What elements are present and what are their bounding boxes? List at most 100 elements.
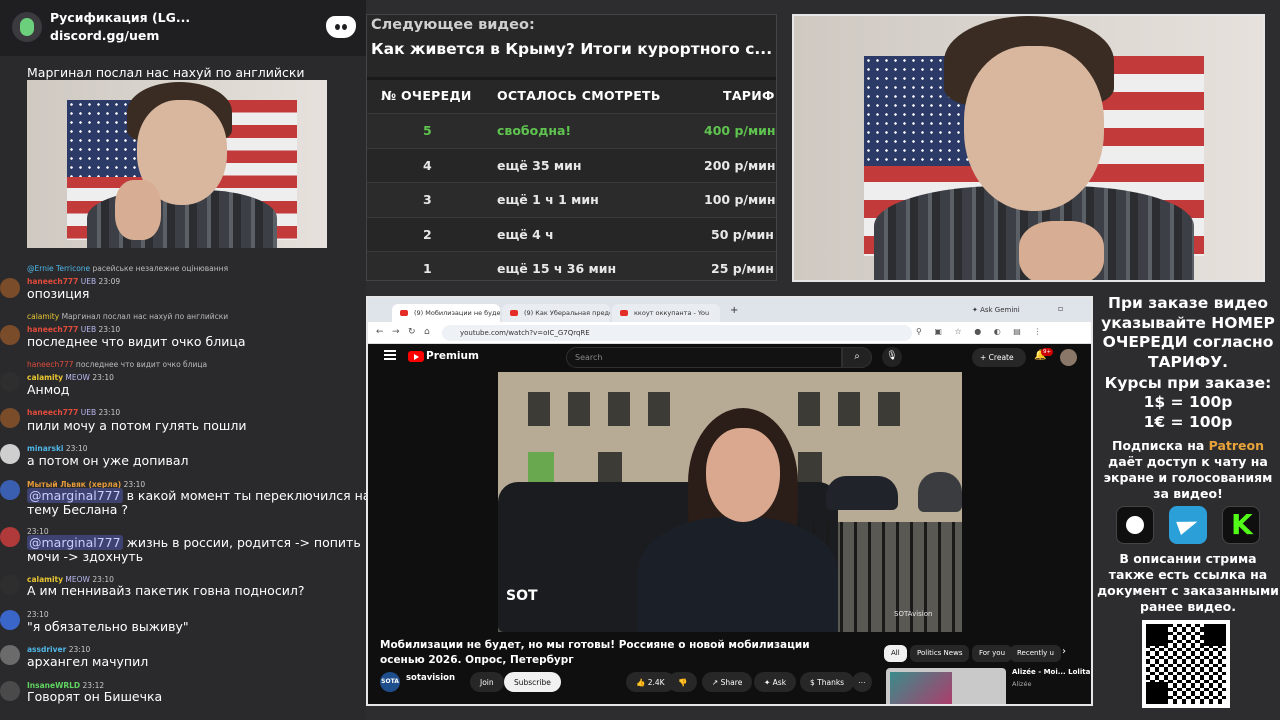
queue-tariff: 400 р/мин <box>704 123 776 138</box>
avatar[interactable] <box>0 610 20 630</box>
discord-logo-icon <box>326 16 356 38</box>
message-meta: haneech777 UEB 23:10 <box>27 408 121 417</box>
avatar[interactable] <box>0 575 20 595</box>
table-row: 5 свободна! 400 р/мин <box>367 113 776 148</box>
rates-title: Курсы при заказе: <box>1104 374 1272 392</box>
extension-icons[interactable]: ⚲ ▣ ☆ ● ◐ ▤ ⋮ <box>916 327 1046 336</box>
avatar[interactable] <box>0 480 20 500</box>
menu-icon[interactable] <box>384 350 396 360</box>
tab-bar: (9) Мобилизации не будет, но (9) Как Убе… <box>368 298 1091 322</box>
rate-usd: 1$ = 100р <box>1143 393 1233 411</box>
browser-tab[interactable]: (9) Мобилизации не будет, но <box>392 304 500 322</box>
table-row: 1 ещё 15 ч 36 мин 25 р/мин <box>367 251 776 280</box>
url-input[interactable]: youtube.com/watch?v=oIC_G7QrqRE <box>442 325 912 341</box>
back-icon[interactable]: ← <box>376 327 384 337</box>
forward-icon[interactable]: → <box>392 327 400 337</box>
reply-preview[interactable]: haneech777 последнее что видит очко блиц… <box>27 360 207 369</box>
video-watermark: SOTAvision <box>894 610 933 618</box>
home-icon[interactable]: ⌂ <box>424 327 430 337</box>
kick-icon[interactable] <box>1222 506 1260 544</box>
queue-number: 1 <box>423 261 432 276</box>
discord-header: Русификация (LG... discord.gg/uem <box>0 0 366 56</box>
join-button[interactable]: Join <box>470 672 504 692</box>
search-input[interactable]: Search <box>566 347 842 368</box>
youtube-premium-label[interactable]: Premium <box>426 350 479 362</box>
share-button[interactable]: ↗ Share <box>702 672 753 692</box>
server-invite-link[interactable]: discord.gg/uem <box>50 28 159 43</box>
column-header-tariff: ТАРИФ <box>723 88 775 103</box>
chat-message-text: пили мочу а потом гулять пошли <box>27 418 247 433</box>
create-button[interactable]: + Create <box>972 348 1026 367</box>
queue-tariff: 50 р/мин <box>711 226 774 242</box>
recommended-video-channel[interactable]: Alizée <box>1012 680 1031 688</box>
dislike-button[interactable]: 👎 <box>668 672 698 692</box>
subscribe-button[interactable]: Subscribe <box>504 672 561 692</box>
message-meta: haneech777 UEB 23:10 <box>27 325 121 334</box>
chip-for-you[interactable]: For you <box>972 645 1013 662</box>
minimize-icon[interactable]: ▫ <box>1058 304 1063 313</box>
chat-embed-image[interactable] <box>27 80 327 248</box>
microphone-icon[interactable]: 🎙 <box>882 347 902 367</box>
new-tab-button[interactable]: + <box>730 305 738 316</box>
avatar[interactable] <box>0 681 20 701</box>
user-mention[interactable]: @marginal777 <box>27 535 123 550</box>
queue-remaining: ещё 1 ч 1 мин <box>497 192 599 207</box>
patreon-icon[interactable] <box>1116 506 1154 544</box>
avatar[interactable] <box>0 278 20 298</box>
avatar[interactable] <box>0 408 20 428</box>
subscription-text: Подписка на Patreon даёт доступ к чату н… <box>1103 438 1273 501</box>
chat-message-text: Маргинал послал нас нахуй по английски <box>27 65 305 80</box>
queue-tariff: 25 р/мин <box>711 261 774 276</box>
ask-button[interactable]: ✦ Ask <box>754 672 797 692</box>
browser-window: (9) Мобилизации не будет, но (9) Как Убе… <box>366 296 1093 706</box>
youtube-header: Premium Search ⌕ 🎙 + Create 🔔 9+ <box>368 344 1091 372</box>
search-icon[interactable]: ⌕ <box>842 347 872 368</box>
reply-preview[interactable]: calamity Маргинал послал нас нахуй по ан… <box>27 312 228 321</box>
video-player[interactable]: SOT SOTAvision <box>498 372 962 632</box>
ask-gemini-button[interactable]: ✦ Ask Gemini <box>972 306 1020 314</box>
reply-preview[interactable]: @Ernie Terricone расейське незалежне оці… <box>27 264 228 273</box>
order-instructions: При заказе видео указывайте НОМЕР ОЧЕРЕД… <box>1101 294 1275 371</box>
recommended-video-thumbnail[interactable] <box>886 668 1006 704</box>
patreon-link[interactable]: Patreon <box>1209 438 1264 453</box>
chat-message-text: архангел мачупил <box>27 654 149 669</box>
channel-avatar[interactable]: SOTA <box>380 672 400 692</box>
browser-tab[interactable]: ккоут оккупанта - You <box>612 304 720 322</box>
qr-code[interactable] <box>1142 620 1230 708</box>
channel-name[interactable]: sotavision <box>406 673 455 683</box>
channel-watermark-logo: SOT <box>506 588 538 604</box>
youtube-logo-icon[interactable] <box>408 351 424 362</box>
avatar[interactable] <box>0 645 20 665</box>
chevron-right-icon[interactable]: › <box>1062 646 1066 657</box>
telegram-icon[interactable] <box>1169 506 1207 544</box>
avatar[interactable] <box>0 372 20 392</box>
chip-politics-news[interactable]: Politics News <box>910 645 970 662</box>
queue-number: 4 <box>423 157 432 173</box>
message-meta: 23:10 <box>27 610 49 619</box>
queue-remaining: ещё 15 ч 36 мин <box>497 261 617 276</box>
thanks-button[interactable]: $ Thanks <box>800 672 855 692</box>
queue-remaining: ещё 35 мин <box>497 157 582 173</box>
streamer-webcam <box>792 14 1265 282</box>
chip-all[interactable]: All <box>884 645 907 662</box>
avatar[interactable] <box>0 325 20 345</box>
browser-tab[interactable]: (9) Как Уберальная предст <box>502 304 610 322</box>
youtube-icon <box>510 310 518 316</box>
message-meta: minarski 23:10 <box>27 444 88 453</box>
user-mention[interactable]: @marginal777 <box>27 488 123 503</box>
message-meta: haneech777 UEB 23:09 <box>27 277 121 286</box>
chip-recently-uploaded[interactable]: Recently u <box>1010 645 1061 662</box>
avatar[interactable] <box>1060 349 1077 366</box>
address-bar-row: ← → ↻ ⌂ youtube.com/watch?v=oIC_G7QrqRE … <box>368 322 1091 344</box>
recommended-video-title[interactable]: Alizée - Moi... Lolita <box>1012 668 1090 676</box>
chat-message-text: "я обязательно выживу" <box>27 619 189 634</box>
more-actions-button[interactable]: ⋯ <box>852 672 872 692</box>
queue-number: 2 <box>423 226 432 242</box>
avatar[interactable] <box>0 527 20 547</box>
server-name: Русификация (LG... <box>50 10 191 25</box>
avatar[interactable] <box>0 444 20 464</box>
reload-icon[interactable]: ↻ <box>408 327 416 337</box>
queue-number: 5 <box>423 123 432 138</box>
server-icon <box>12 12 42 42</box>
next-video-label: Следующее видео: <box>371 17 535 33</box>
